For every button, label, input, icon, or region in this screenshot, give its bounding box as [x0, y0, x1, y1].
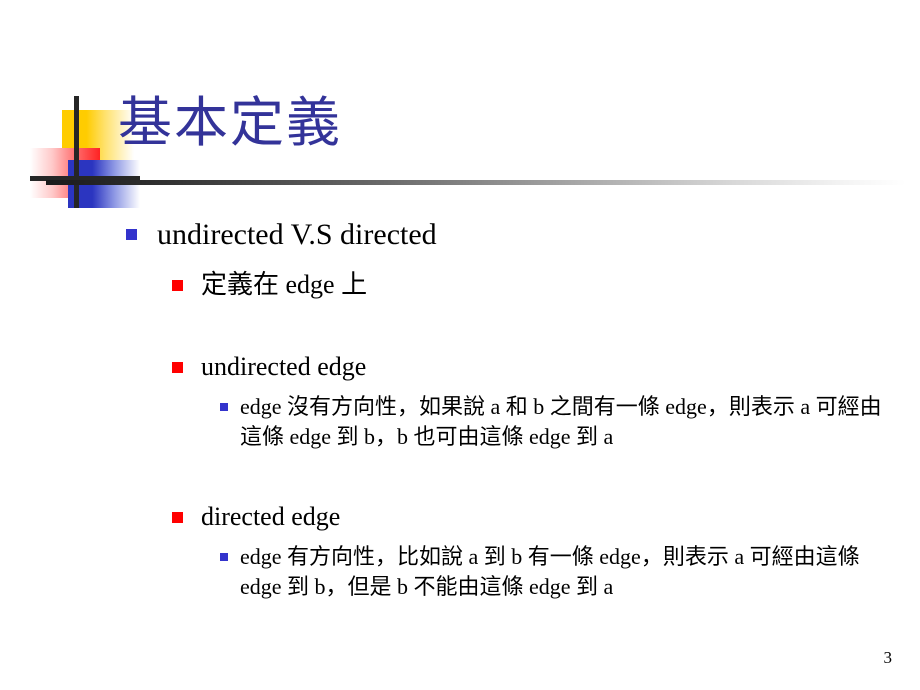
outline-item-level3: edge 沒有方向性，如果說 a 和 b 之間有一條 edge，則表示 a 可經…: [220, 392, 892, 452]
bullet-square-icon: [220, 553, 228, 561]
outline-item-detail: edge 有方向性，比如說 a 到 b 有一條 edge，則表示 a 可經由這條…: [240, 544, 860, 599]
bullet-square-icon: [172, 280, 183, 291]
bullet-square-icon: [172, 512, 183, 523]
bullet-square-icon: [220, 403, 228, 411]
outline-item-level3: edge 有方向性，比如說 a 到 b 有一條 edge，則表示 a 可經由這條…: [220, 542, 892, 602]
page-number: 3: [883, 648, 893, 667]
logo-vertical-rule: [74, 96, 79, 208]
page-title: 基本定義: [118, 91, 342, 154]
outline-item-level2: directed edge: [172, 500, 920, 534]
outline-item-level2: undirected edge: [172, 350, 920, 384]
bullet-square-icon: [126, 229, 137, 240]
outline-item-label: directed edge: [201, 502, 341, 531]
bullet-square-icon: [172, 362, 183, 373]
outline-item-level2: 定義在 edge 上: [172, 268, 920, 302]
outline-item-detail: edge 沒有方向性，如果說 a 和 b 之間有一條 edge，則表示 a 可經…: [240, 394, 882, 449]
outline-item-label: undirected V.S directed: [157, 218, 437, 251]
outline-item-label: undirected edge: [201, 352, 367, 381]
title-underline-rule: [46, 180, 906, 185]
outline-item-label: 定義在 edge 上: [201, 270, 368, 299]
outline-item-level1: undirected V.S directed: [126, 216, 920, 254]
slide-body: undirected V.S directed 定義在 edge 上 undir…: [0, 208, 920, 602]
slide-title-area: 基本定義: [0, 0, 920, 210]
